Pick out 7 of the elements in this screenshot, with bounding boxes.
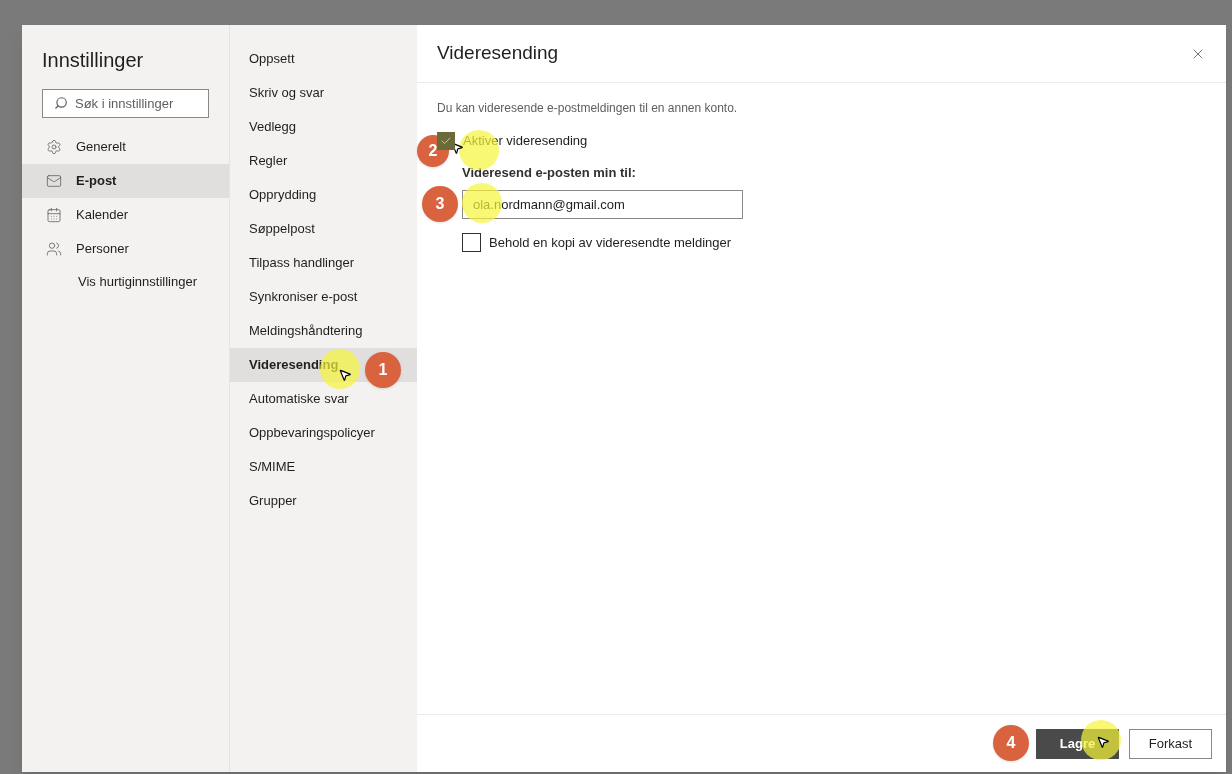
- panel-description: Du kan videresende e-postmeldingen til en annen konto.: [437, 100, 739, 117]
- field-label: Videresend e-posten min til:: [462, 163, 637, 182]
- step-badge: 3: [422, 186, 458, 222]
- step-badge: 4: [993, 725, 1029, 761]
- panel-title: Videresending: [437, 41, 559, 66]
- checkbox-label: Behold en kopi av videresendte meldinger: [489, 234, 732, 252]
- dialog-title: Innstillinger: [41, 48, 145, 73]
